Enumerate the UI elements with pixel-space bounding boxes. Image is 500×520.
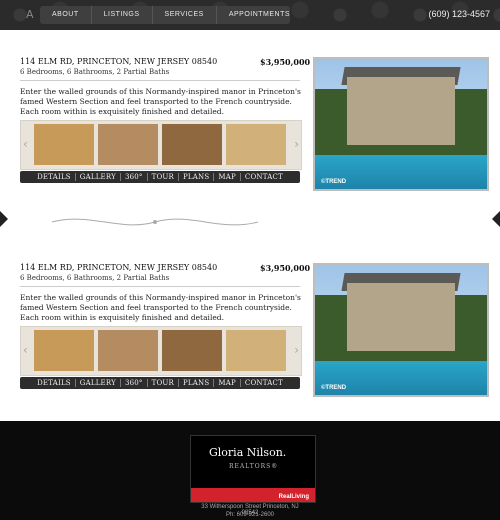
gallery-thumb[interactable] <box>98 330 158 371</box>
gallery-link[interactable]: GALLERY <box>76 379 121 387</box>
photo-watermark: ©TREND <box>321 385 347 391</box>
photo-gallery: ‹ › <box>20 120 302 170</box>
listing-photo[interactable]: ©TREND <box>313 263 489 397</box>
nav-about[interactable]: ABOUT <box>40 6 92 24</box>
nav-services[interactable]: SERVICES <box>153 6 217 24</box>
listing-rooms: 6 Bedrooms, 6 Bathrooms, 2 Partial Baths <box>20 68 170 76</box>
gallery-thumb[interactable] <box>34 124 94 165</box>
site-logo-glyph[interactable]: A <box>26 8 34 21</box>
listing-card: 114 ELM RD, PRINCETON, NEW JERSEY 08540 … <box>20 263 490 403</box>
gallery-prev-icon[interactable]: ‹ <box>23 343 28 357</box>
map-link[interactable]: MAP <box>214 173 241 181</box>
listing-actions: DETAILS GALLERY 360° TOUR PLANS MAP CONT… <box>20 377 300 389</box>
gallery-thumb[interactable] <box>226 330 286 371</box>
photo-gallery: ‹ › <box>20 326 302 376</box>
listing-address: 114 ELM RD, PRINCETON, NEW JERSEY 08540 <box>20 57 218 66</box>
photo-watermark: ©TREND <box>321 179 347 185</box>
listing-description: Enter the walled grounds of this Normand… <box>20 87 301 116</box>
prev-listing-icon[interactable] <box>0 211 8 227</box>
gallery-thumb[interactable] <box>162 330 222 371</box>
brand-bar: RealLiving <box>191 488 315 502</box>
ornament-divider-icon <box>51 218 259 226</box>
divider <box>20 286 300 287</box>
nav-appointments[interactable]: APPOINTMENTS <box>217 6 302 24</box>
listing-price: $3,950,000 <box>260 57 311 67</box>
footer-phone: Ph: 609-921-2600 <box>225 512 275 518</box>
plans-link[interactable]: PLANS <box>179 379 215 387</box>
brand-logo[interactable]: Gloria Nilson. REALTORS® RealLiving <box>190 435 316 503</box>
gallery-thumb[interactable] <box>226 124 286 165</box>
contact-link[interactable]: CONTACT <box>241 379 287 387</box>
tour-link[interactable]: TOUR <box>148 173 179 181</box>
nav-listings[interactable]: LISTINGS <box>92 6 153 24</box>
listing-address: 114 ELM RD, PRINCETON, NEW JERSEY 08540 <box>20 263 218 272</box>
affiliate-label: RealLiving <box>278 494 309 500</box>
gallery-prev-icon[interactable]: ‹ <box>23 137 28 151</box>
listing-card: 114 ELM RD, PRINCETON, NEW JERSEY 08540 … <box>20 57 490 197</box>
view-360-link[interactable]: 360° <box>121 173 148 181</box>
header-phone: (609) 123-4567 <box>428 9 490 19</box>
brand-name: Gloria Nilson. <box>209 446 287 459</box>
gallery-link[interactable]: GALLERY <box>76 173 121 181</box>
main-nav: ABOUT LISTINGS SERVICES APPOINTMENTS <box>40 6 290 24</box>
contact-link[interactable]: CONTACT <box>241 173 287 181</box>
listing-price: $3,950,000 <box>260 263 311 273</box>
gallery-thumb[interactable] <box>162 124 222 165</box>
gallery-thumb[interactable] <box>34 330 94 371</box>
tour-link[interactable]: TOUR <box>148 379 179 387</box>
listing-description: Enter the walled grounds of this Normand… <box>20 293 301 322</box>
details-link[interactable]: DETAILS <box>33 379 76 387</box>
gallery-next-icon[interactable]: › <box>294 137 299 151</box>
view-360-link[interactable]: 360° <box>121 379 148 387</box>
gallery-next-icon[interactable]: › <box>294 343 299 357</box>
divider <box>20 80 300 81</box>
brand-tagline: REALTORS® <box>229 463 279 470</box>
listing-photo[interactable]: ©TREND <box>313 57 489 191</box>
map-link[interactable]: MAP <box>214 379 241 387</box>
top-bar: A ABOUT LISTINGS SERVICES APPOINTMENTS (… <box>0 0 500 30</box>
next-listing-icon[interactable] <box>492 211 500 227</box>
plans-link[interactable]: PLANS <box>179 173 215 181</box>
listing-rooms: 6 Bedrooms, 6 Bathrooms, 2 Partial Baths <box>20 274 170 282</box>
details-link[interactable]: DETAILS <box>33 173 76 181</box>
listing-actions: DETAILS GALLERY 360° TOUR PLANS MAP CONT… <box>20 171 300 183</box>
gallery-thumb[interactable] <box>98 124 158 165</box>
